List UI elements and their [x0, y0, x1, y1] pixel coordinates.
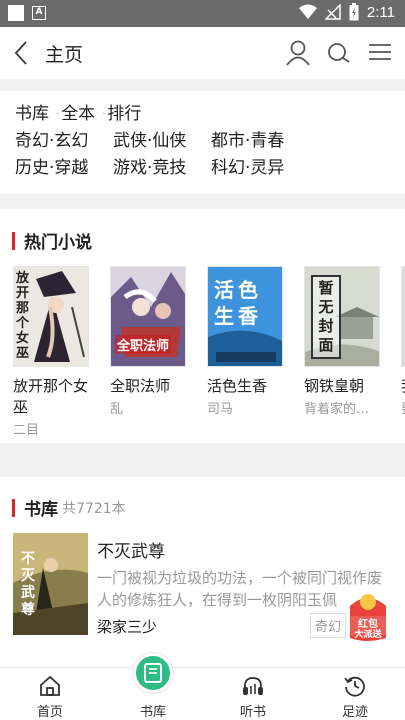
hot-novels-section: 热门小说 放开那个女巫 放开那个女巫 二目 全职法师 全职法师 乱 活色生香 活…	[0, 209, 405, 443]
book-card[interactable]: 暂无封面 钢铁皇朝 背着家的…	[304, 266, 380, 438]
book-card[interactable]: 全职法师 全职法师 乱	[110, 266, 186, 438]
book-author: 背着家的…	[304, 402, 370, 417]
wifi-icon	[298, 4, 317, 19]
headphones-icon	[243, 677, 263, 695]
status-time: 2:11	[366, 3, 395, 21]
book-author: 二目	[13, 423, 40, 438]
notification-icon	[8, 5, 24, 21]
book-cover[interactable]: 暂无封面	[304, 266, 380, 367]
search-icon[interactable]	[325, 39, 353, 67]
book-title: 我的	[401, 376, 405, 397]
category-library[interactable]: 书库	[15, 101, 49, 128]
book-title: 钢铁皇朝	[304, 377, 365, 395]
cover-title: 放开那个女巫	[16, 271, 30, 361]
book-author: 梁家三少	[97, 618, 158, 636]
user-icon[interactable]	[284, 39, 312, 67]
section-accent-bar	[12, 231, 15, 250]
red-packet-promo[interactable]: 红包 大派送	[344, 588, 392, 644]
menu-icon[interactable]	[366, 39, 394, 67]
book-title: 全职法师	[110, 377, 171, 395]
book-cover[interactable]: 放开那个女巫	[13, 266, 89, 367]
book-icon	[144, 663, 162, 683]
cover-title: 不灭武尊	[21, 551, 35, 618]
book-cover[interactable]: 活色生香	[207, 266, 283, 367]
history-icon	[344, 676, 365, 697]
status-bar: A 2:11	[0, 0, 405, 27]
book-card[interactable]: 放开那个女巫 放开那个女巫 二目	[13, 266, 89, 438]
book-card[interactable]: 我的 要	[401, 266, 405, 438]
notification-a-icon: A	[32, 6, 46, 20]
tab-home[interactable]: 首页	[10, 668, 90, 720]
cover-title: 活色生香	[214, 278, 262, 328]
book-cover[interactable]: 全职法师	[110, 266, 186, 367]
section-accent-bar	[12, 498, 15, 517]
section-title: 热门小说	[12, 228, 92, 253]
category-urban[interactable]: 都市·青春	[211, 128, 309, 155]
library-section: 书库 共7721本 不灭武尊 不灭武尊 一门被视为垃圾的功法，一个被同门视作废人…	[0, 477, 405, 667]
tab-audiobook[interactable]: 听书	[213, 668, 293, 720]
tab-history[interactable]: 足迹	[315, 668, 395, 720]
book-cover[interactable]: 不灭武尊	[13, 533, 88, 635]
book-genre-tag: 奇幻	[310, 613, 347, 638]
hot-book-list: 放开那个女巫 放开那个女巫 二目 全职法师 全职法师 乱 活色生香 活色生香 司…	[13, 266, 405, 438]
cover-title: 暂无封面	[311, 275, 341, 359]
category-wuxia[interactable]: 武侠·仙侠	[113, 128, 211, 155]
page-title: 主页	[45, 44, 84, 66]
bottom-tab-bar: 首页 书库 听书 足迹	[0, 667, 405, 720]
book-title: 放开那个女巫	[13, 377, 89, 416]
cover-title: 全职法师	[115, 335, 172, 354]
category-history[interactable]: 历史·穿越	[15, 155, 113, 182]
book-author: 要	[401, 398, 405, 417]
red-packet-sublabel: 大派送	[354, 630, 382, 640]
library-count: 共7721本	[62, 500, 126, 517]
section-title: 书库 共7721本	[12, 495, 126, 520]
book-author: 司马	[207, 402, 234, 417]
book-author: 乱	[110, 402, 124, 417]
category-complete[interactable]: 全本	[61, 101, 95, 128]
category-fantasy[interactable]: 奇幻·玄幻	[15, 128, 113, 155]
active-tab-badge[interactable]	[133, 653, 173, 693]
category-panel: 书库 · 全本 · 排行 奇幻·玄幻 武侠·仙侠 都市·青春 历史·穿越 游戏·竞技…	[0, 91, 405, 194]
back-arrow-icon[interactable]	[10, 37, 34, 69]
app-header: 主页	[0, 27, 405, 79]
category-game[interactable]: 游戏·竞技	[113, 155, 211, 182]
book-card[interactable]: 活色生香 活色生香 司马	[207, 266, 283, 438]
signal-icon	[324, 4, 341, 20]
home-icon	[40, 675, 60, 696]
book-title: 活色生香	[207, 377, 268, 395]
category-scifi[interactable]: 科幻·灵异	[211, 155, 309, 182]
book-title[interactable]: 不灭武尊	[97, 537, 165, 562]
book-cover[interactable]	[401, 266, 405, 367]
category-ranking[interactable]: 排行	[107, 101, 141, 128]
battery-icon	[349, 3, 359, 21]
